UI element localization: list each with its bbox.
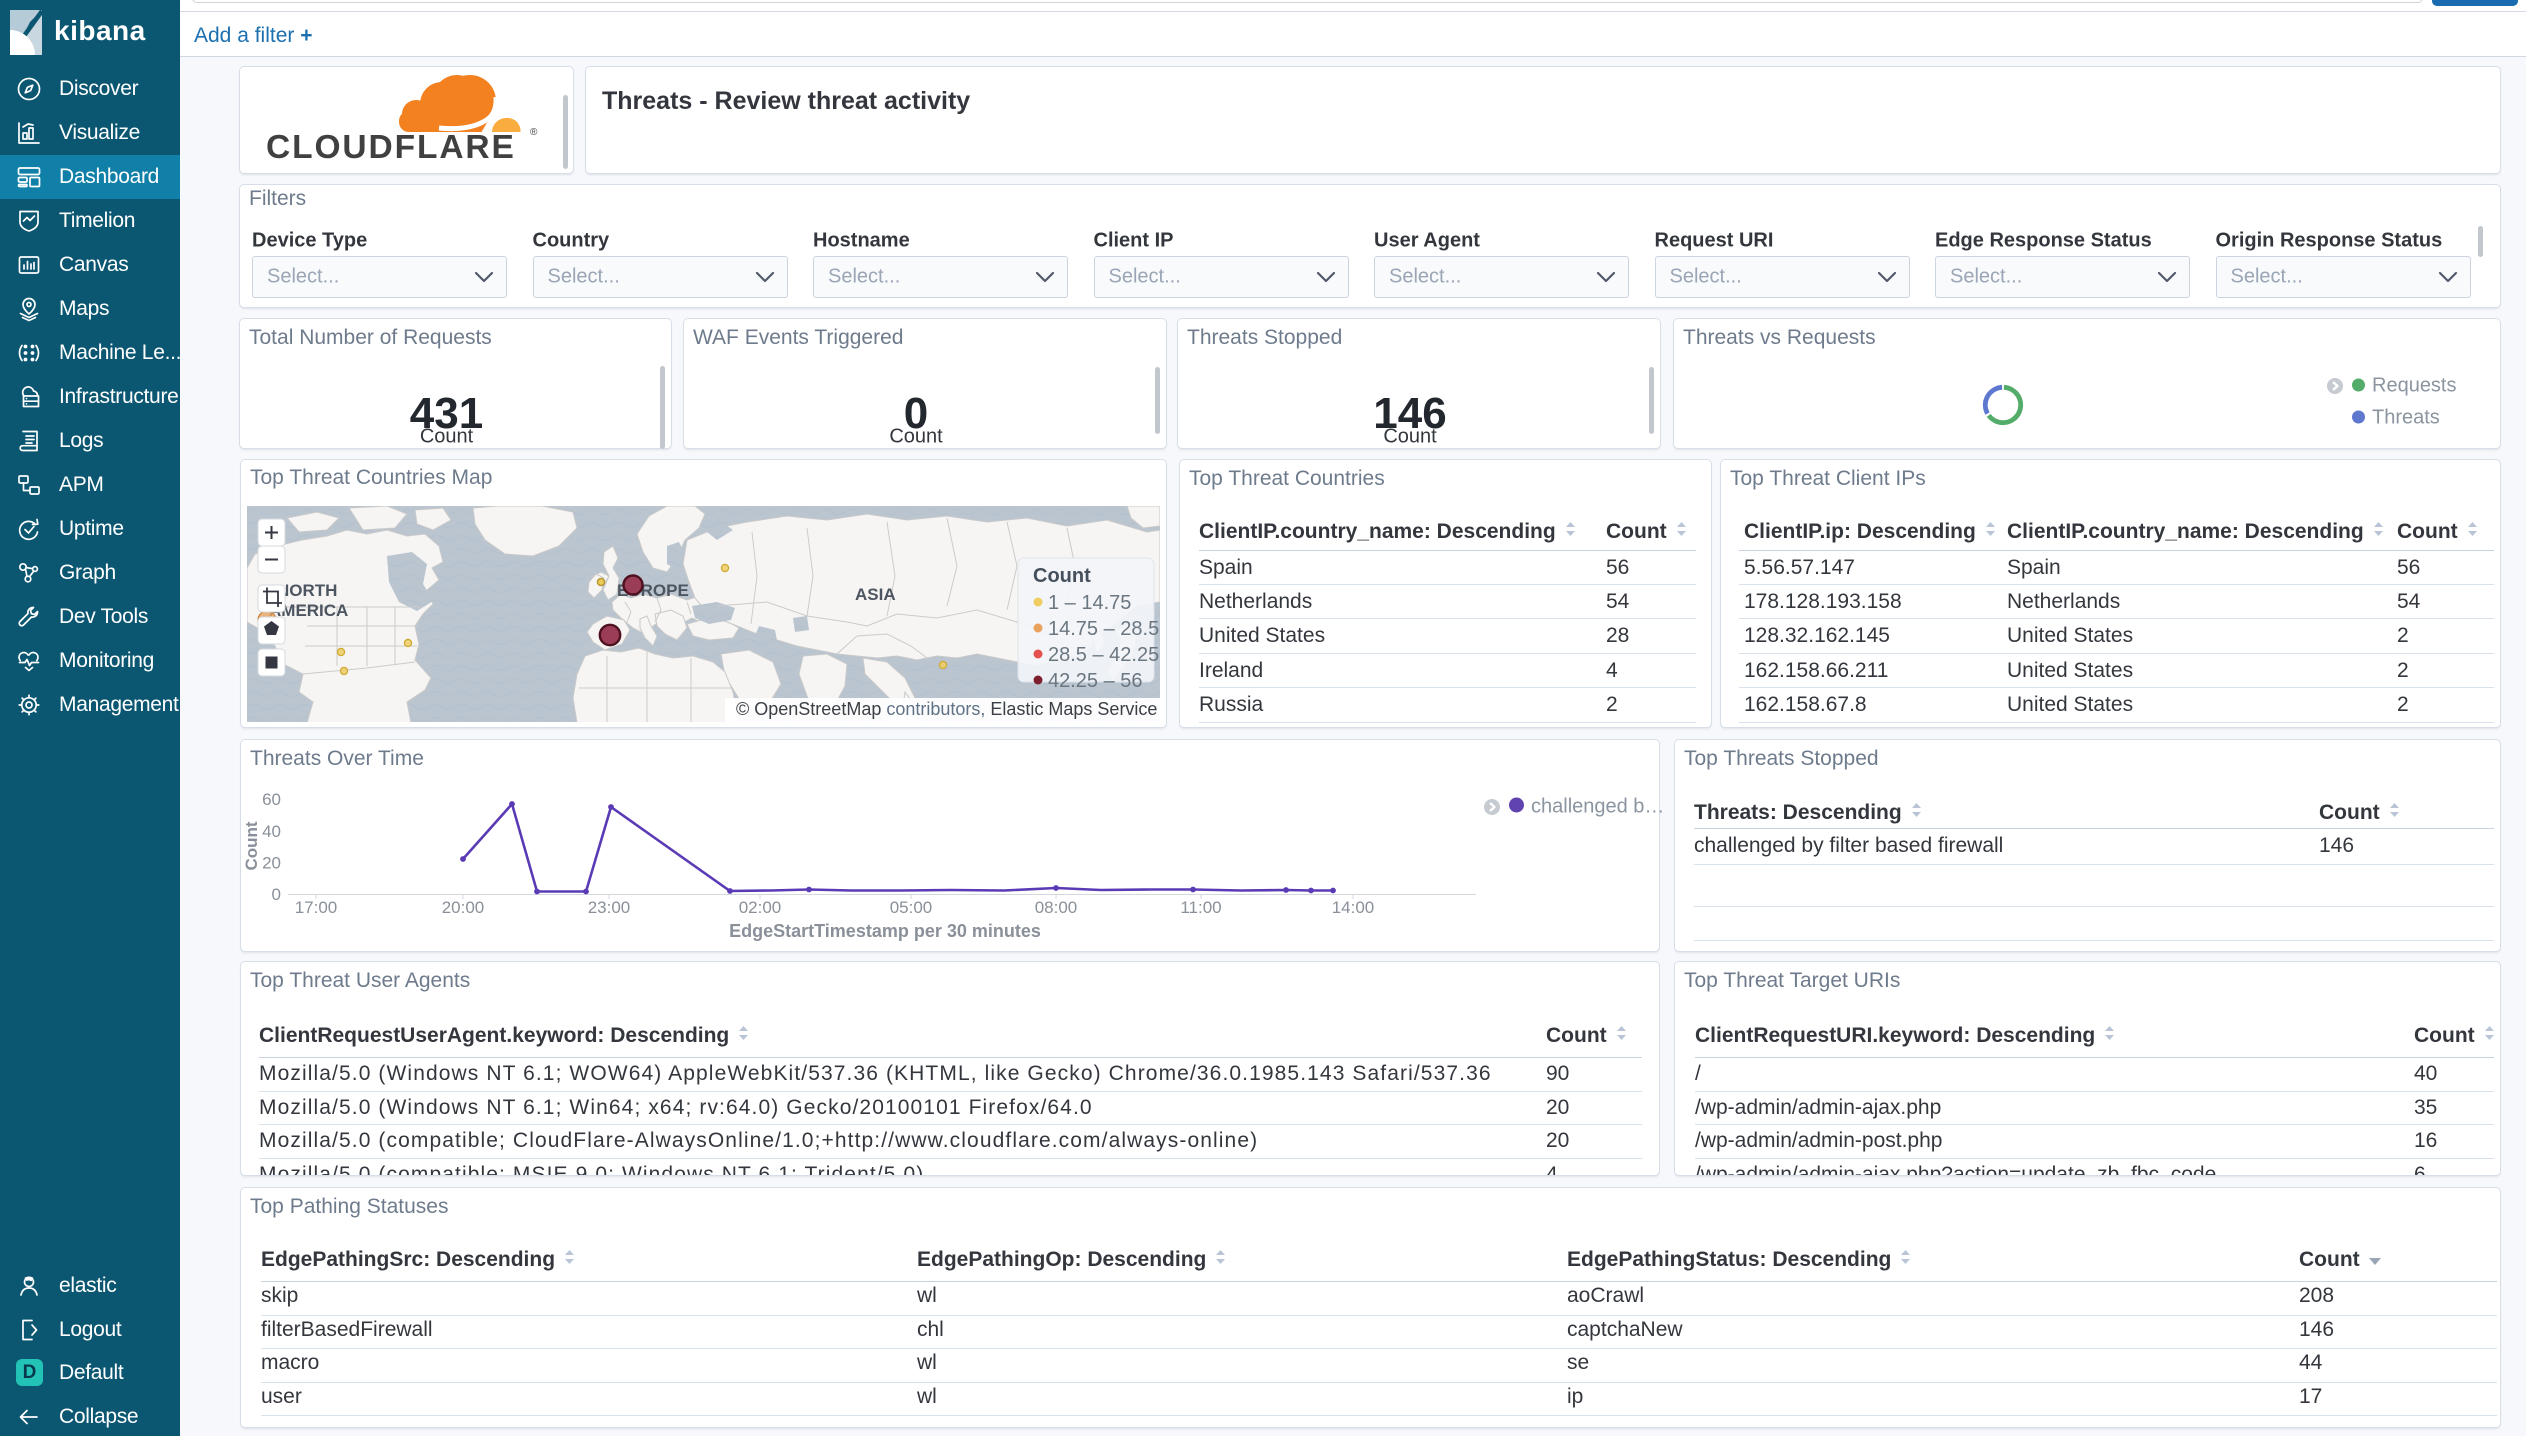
svg-text:CLOUDFLARE: CLOUDFLARE <box>266 129 516 165</box>
svg-text:14.75 – 28.5: 14.75 – 28.5 <box>1048 618 1159 640</box>
svg-text:05:00: 05:00 <box>890 898 933 917</box>
svg-text:Count: Count <box>242 821 261 870</box>
svg-text:NORTH: NORTH <box>277 581 337 600</box>
svg-text:EdgeStartTimestamp per 30 minu: EdgeStartTimestamp per 30 minutes <box>729 921 1041 941</box>
svg-text:60: 60 <box>262 790 281 809</box>
svg-text:42.25 – 56: 42.25 – 56 <box>1048 670 1143 692</box>
svg-text:1 – 14.75: 1 – 14.75 <box>1048 592 1131 614</box>
svg-text:0: 0 <box>272 885 281 904</box>
svg-text:14:00: 14:00 <box>1332 898 1375 917</box>
svg-text:®: ® <box>530 127 538 138</box>
svg-text:28.5 – 42.25: 28.5 – 42.25 <box>1048 644 1159 666</box>
svg-text:23:00: 23:00 <box>588 898 631 917</box>
svg-text:ASIA: ASIA <box>855 585 896 604</box>
svg-text:© OpenStreetMap contributors,: © OpenStreetMap contributors, Elastic Ma… <box>736 699 1157 719</box>
svg-text:40: 40 <box>262 822 281 841</box>
svg-text:17:00: 17:00 <box>295 898 338 917</box>
svg-text:20:00: 20:00 <box>442 898 485 917</box>
svg-text:Count: Count <box>1033 565 1091 587</box>
svg-text:11:00: 11:00 <box>1180 898 1221 917</box>
svg-text:20: 20 <box>262 854 281 873</box>
svg-text:08:00: 08:00 <box>1035 898 1078 917</box>
svg-text:02:00: 02:00 <box>739 898 782 917</box>
